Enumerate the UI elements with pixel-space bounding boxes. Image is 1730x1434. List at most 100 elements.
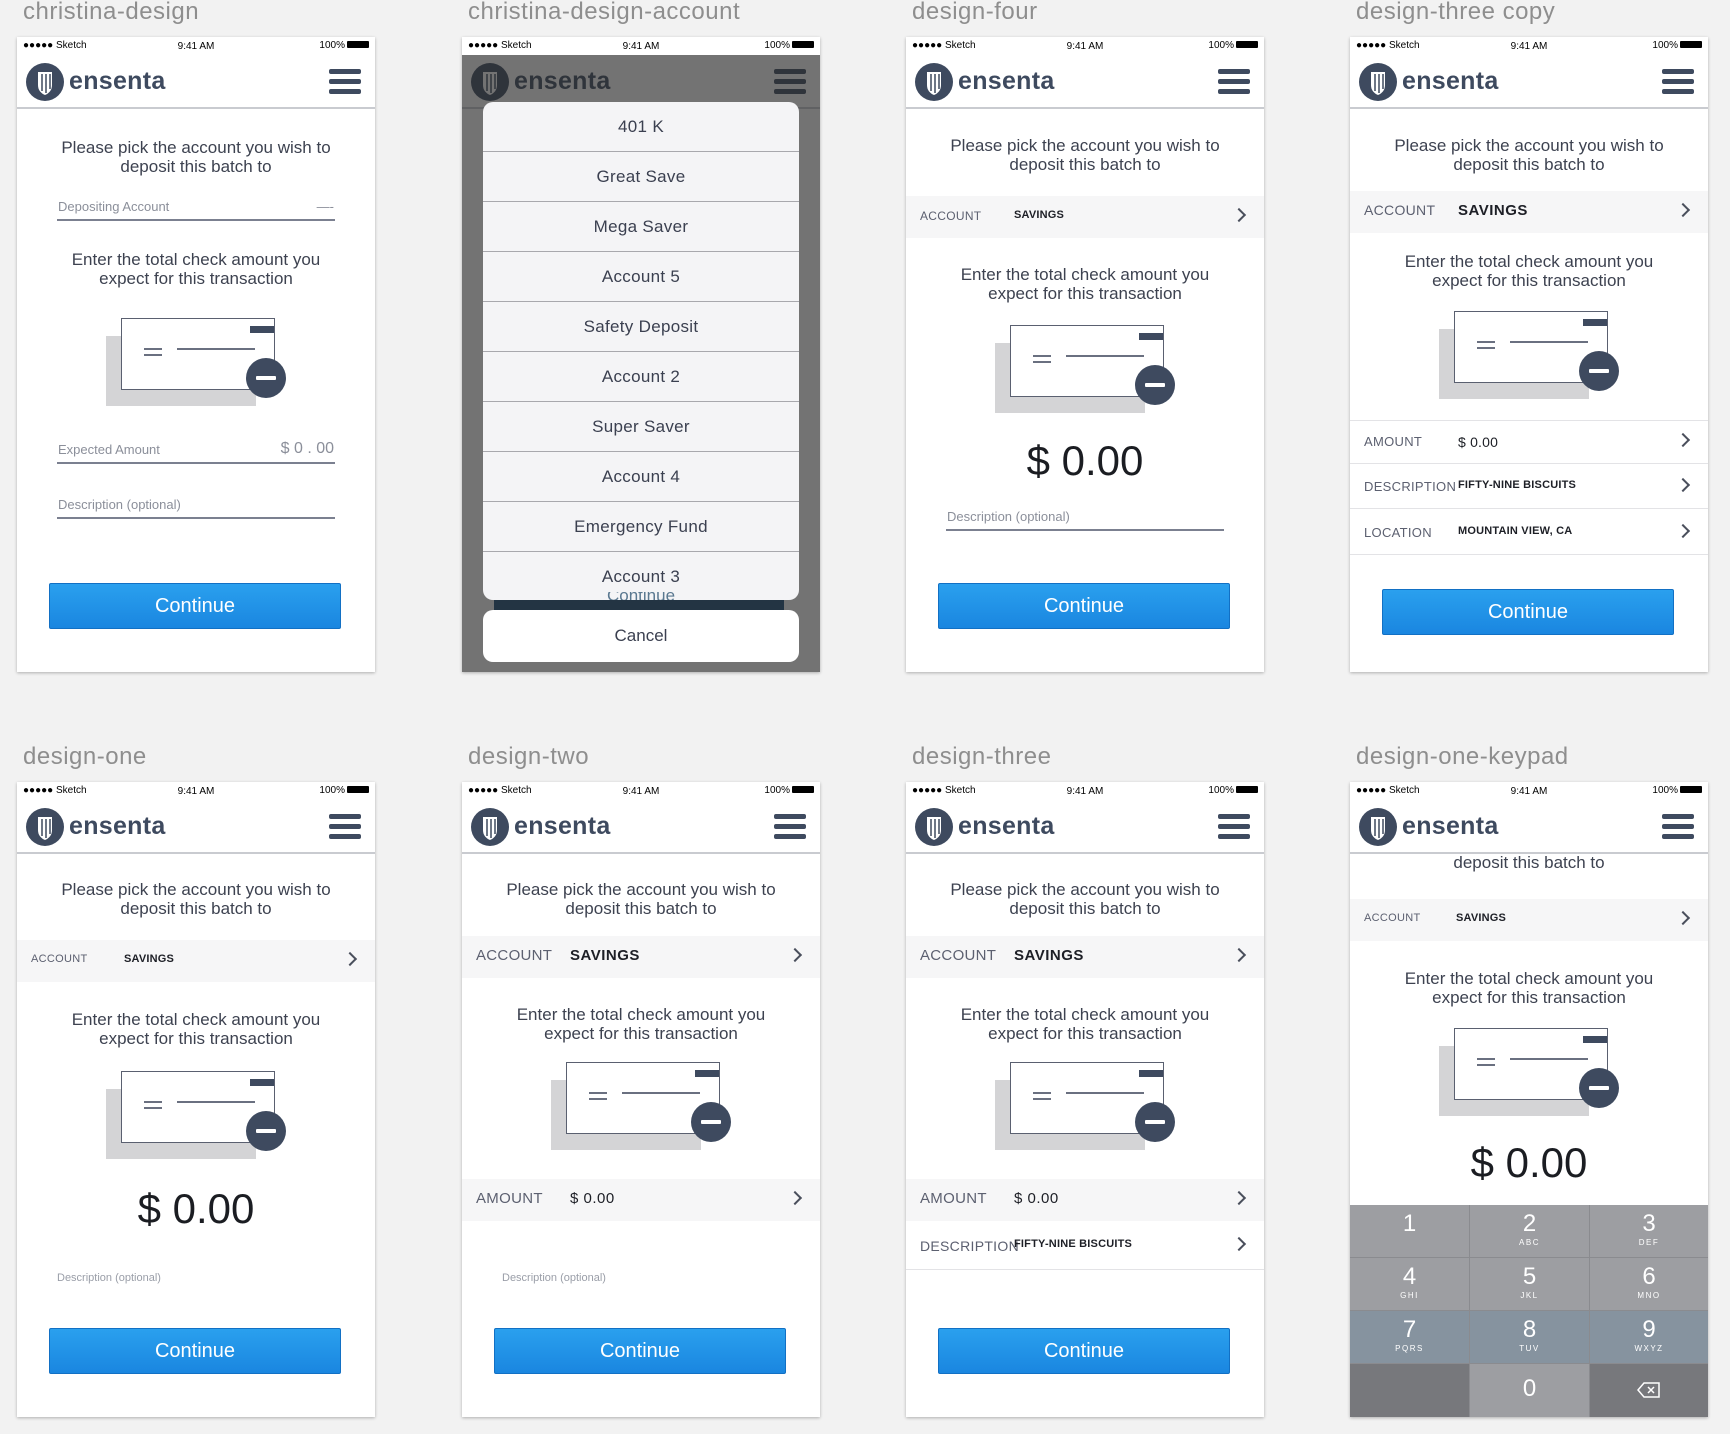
row-label: DESCRIPTION xyxy=(1364,479,1457,494)
status-bar: ●●●●● Sketch 9:41 AM 100% xyxy=(1350,782,1708,800)
key-6[interactable]: 6 MNO xyxy=(1590,1258,1708,1310)
row-value: SAVINGS xyxy=(1456,912,1507,924)
key-4[interactable]: 4 GHI xyxy=(1350,1258,1469,1310)
hamburger-menu-icon[interactable] xyxy=(1218,814,1250,840)
status-bar: ●●●●● Sketch 9:41 AM 100% xyxy=(1350,37,1708,55)
row-value: SAVINGS xyxy=(124,953,175,965)
account-option[interactable]: Account 4 xyxy=(483,452,799,502)
account-prompt: Please pick the account you wish todepos… xyxy=(950,880,1220,918)
field-label: Expected Amount xyxy=(58,442,160,457)
continue-button[interactable]: Continue xyxy=(49,1328,341,1374)
key-3[interactable]: 3 DEF xyxy=(1590,1205,1708,1257)
amount-row[interactable]: AMOUNT $ 0.00 xyxy=(1350,420,1708,464)
check-illustration xyxy=(106,318,296,428)
amount-display[interactable]: $ 0.00 xyxy=(17,1185,375,1233)
account-option[interactable]: Great Save xyxy=(483,152,799,202)
artboard-title: christina-design xyxy=(23,0,200,25)
hamburger-menu-icon[interactable] xyxy=(329,814,361,840)
remove-check-icon[interactable] xyxy=(1135,365,1175,405)
account-row[interactable]: ACCOUNT SAVINGS xyxy=(1350,191,1708,233)
continue-button[interactable]: Continue xyxy=(494,1328,786,1374)
key-5[interactable]: 5 JKL xyxy=(1470,1258,1589,1310)
field-value: —- xyxy=(316,199,334,214)
account-option[interactable]: Mega Saver xyxy=(483,202,799,252)
description-row[interactable]: DESCRIPTION FIFTY-NINE BISCUITS xyxy=(906,1225,1264,1270)
battery-indicator: 100% xyxy=(1652,785,1702,796)
account-row[interactable]: ACCOUNT SAVINGS xyxy=(462,936,820,978)
remove-check-icon[interactable] xyxy=(246,358,286,398)
account-row[interactable]: ACCOUNT SAVINGS xyxy=(1350,899,1708,941)
key-8[interactable]: 8 TUV xyxy=(1470,1311,1589,1363)
continue-button[interactable]: Continue xyxy=(938,583,1230,629)
description-field[interactable]: Description (optional) xyxy=(502,1272,606,1284)
battery-indicator: 100% xyxy=(1208,40,1258,51)
key-9[interactable]: 9 WXYZ xyxy=(1590,1311,1708,1363)
battery-indicator: 100% xyxy=(764,40,814,51)
description-field[interactable]: Description (optional) xyxy=(946,507,1224,531)
hamburger-menu-icon[interactable] xyxy=(1218,69,1250,95)
key-7[interactable]: 7 PQRS xyxy=(1350,1311,1469,1363)
account-option[interactable]: Emergency Fund xyxy=(483,502,799,552)
account-option[interactable]: Account 2 xyxy=(483,352,799,402)
chevron-right-icon xyxy=(1231,1236,1247,1252)
hamburger-menu-icon[interactable] xyxy=(329,69,361,95)
account-row[interactable]: ACCOUNT SAVINGS xyxy=(906,936,1264,978)
amount-row[interactable]: AMOUNT $ 0.00 xyxy=(462,1179,820,1221)
remove-check-icon[interactable] xyxy=(1135,1102,1175,1142)
brand-name: ensenta xyxy=(514,812,611,840)
description-row[interactable]: DESCRIPTION FIFTY-NINE BISCUITS xyxy=(1350,466,1708,509)
continue-button[interactable]: Continue xyxy=(938,1328,1230,1374)
description-field[interactable]: Description (optional) xyxy=(57,495,335,519)
account-option[interactable]: 401 K xyxy=(483,102,799,152)
remove-check-icon[interactable] xyxy=(1579,1068,1619,1108)
battery-icon xyxy=(1680,785,1702,793)
location-row[interactable]: LOCATION MOUNTAIN VIEW, CA xyxy=(1350,512,1708,555)
description-field[interactable]: Description (optional) xyxy=(57,1272,161,1284)
check-illustration xyxy=(1439,1028,1629,1138)
status-bar: ●●●●● Sketch 9:41 AM 100% xyxy=(17,782,375,800)
expected-amount-field[interactable]: Expected Amount $ 0 . 00 xyxy=(57,440,335,464)
battery-icon xyxy=(792,40,814,48)
backspace-icon[interactable] xyxy=(1590,1364,1708,1417)
account-prompt: Please pick the account you wish todepos… xyxy=(61,880,331,918)
ensenta-logo-icon xyxy=(471,808,509,846)
cancel-button[interactable]: Cancel xyxy=(483,610,799,662)
keypad-empty-key xyxy=(1350,1364,1469,1417)
numeric-keypad: 1 2 ABC 3 DEF 4 GHI 5 JKL 6 MNO 7 PQRS 8 TUV 9W… xyxy=(1350,1205,1708,1417)
check-illustration xyxy=(995,1062,1185,1172)
chevron-right-icon xyxy=(787,947,803,963)
row-label: AMOUNT xyxy=(1364,434,1423,449)
amount-display[interactable]: $ 0.00 xyxy=(1350,1139,1708,1187)
remove-check-icon[interactable] xyxy=(246,1111,286,1151)
amount-prompt: Enter the total check amount you expect f… xyxy=(960,1005,1210,1043)
account-option[interactable]: Super Saver xyxy=(483,402,799,452)
chevron-right-icon xyxy=(1675,202,1691,218)
status-bar: ●●●●● Sketch 9:41 AM 100% xyxy=(462,782,820,800)
account-row[interactable]: ACCOUNT SAVINGS xyxy=(906,196,1264,238)
amount-display[interactable]: $ 0.00 xyxy=(906,437,1264,485)
account-row[interactable]: ACCOUNT SAVINGS xyxy=(17,940,375,982)
row-value: SAVINGS xyxy=(570,947,640,964)
ensenta-logo-icon xyxy=(26,63,64,101)
hamburger-menu-icon[interactable] xyxy=(774,814,806,840)
amount-row[interactable]: AMOUNT $ 0.00 xyxy=(906,1179,1264,1221)
key-0[interactable]: 0 xyxy=(1470,1364,1589,1417)
continue-button[interactable]: Continue xyxy=(49,583,341,629)
artboard-title: design-one xyxy=(23,743,147,770)
hamburger-menu-icon[interactable] xyxy=(1662,814,1694,840)
hamburger-menu-icon[interactable] xyxy=(1662,69,1694,95)
status-bar: ●●●●● Sketch 9:41 AM 100% xyxy=(906,782,1264,800)
account-option[interactable]: Account 5 xyxy=(483,252,799,302)
key-2[interactable]: 2 ABC xyxy=(1470,1205,1589,1257)
ensenta-logo-icon xyxy=(915,808,953,846)
remove-check-icon[interactable] xyxy=(1579,351,1619,391)
artboard-title: design-three copy xyxy=(1356,0,1556,25)
key-1[interactable]: 1 xyxy=(1350,1205,1469,1257)
account-option[interactable]: Safety Deposit xyxy=(483,302,799,352)
continue-button[interactable]: Continue xyxy=(1382,589,1674,635)
depositing-account-field[interactable]: Depositing Account —- xyxy=(57,197,335,221)
phone-screen: ●●●●● Sketch 9:41 AM 100% ensenta Please… xyxy=(906,37,1264,672)
chevron-right-icon xyxy=(1231,207,1247,223)
remove-check-icon[interactable] xyxy=(691,1102,731,1142)
battery-icon xyxy=(1236,785,1258,793)
